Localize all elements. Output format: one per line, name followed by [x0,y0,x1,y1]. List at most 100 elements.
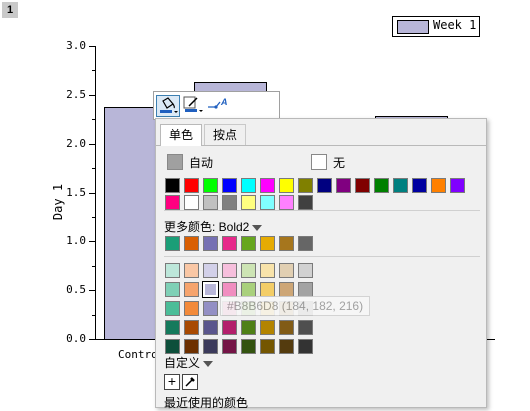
color-swatch[interactable] [450,178,465,193]
color-swatch[interactable] [298,282,313,297]
auto-color-swatch[interactable] [167,154,183,170]
y-minor-tick [92,266,95,267]
chevron-down-icon [252,224,263,231]
y-tick-label: 2.0 [66,137,86,150]
custom-color-dropdown[interactable]: 自定义 [164,354,214,371]
color-swatch[interactable] [241,339,256,354]
color-swatch[interactable] [412,178,427,193]
color-swatch[interactable] [184,178,199,193]
color-swatch[interactable] [222,320,237,335]
color-swatch[interactable] [203,236,218,251]
tab-single-color[interactable]: 单色 [160,124,203,146]
color-swatch[interactable] [222,282,237,297]
y-minor-tick [92,70,95,71]
color-swatch[interactable] [241,282,256,297]
color-swatch[interactable] [184,339,199,354]
tab-underline [156,145,486,146]
color-swatch[interactable] [203,320,218,335]
color-swatch[interactable] [165,282,180,297]
mini-toolbar: A [153,91,280,120]
color-swatch[interactable] [241,178,256,193]
color-swatch[interactable] [165,178,180,193]
eyedropper-icon [185,377,195,387]
color-swatch[interactable] [165,320,180,335]
color-swatch[interactable] [279,263,294,278]
y-tick-label: 3.0 [66,39,86,52]
color-swatch[interactable] [184,301,199,316]
color-swatch[interactable] [184,282,199,297]
color-swatch[interactable] [203,339,218,354]
color-swatch[interactable] [165,195,180,210]
color-swatch[interactable] [279,236,294,251]
color-swatch[interactable] [298,178,313,193]
color-swatch[interactable] [184,320,199,335]
color-swatch[interactable] [202,281,219,298]
color-swatch[interactable] [260,320,275,335]
page-tab[interactable]: 1 [2,2,18,18]
color-swatch[interactable] [184,236,199,251]
y-tick-label: 1.0 [66,234,86,247]
color-swatch[interactable] [298,320,313,335]
color-swatch[interactable] [279,195,294,210]
color-swatch[interactable] [241,236,256,251]
color-swatch[interactable] [279,178,294,193]
color-swatch[interactable] [184,195,199,210]
tab-by-point[interactable]: 按点 [204,124,247,145]
y-tick-label: 0.5 [66,283,86,296]
auto-color-label[interactable]: 自动 [189,154,213,171]
color-swatch[interactable] [203,263,218,278]
color-swatch[interactable] [241,263,256,278]
color-swatch[interactable] [241,320,256,335]
color-swatch[interactable] [431,178,446,193]
color-swatch[interactable] [222,236,237,251]
color-swatch[interactable] [260,236,275,251]
legend[interactable]: Week 1 [392,16,480,37]
eyedropper-button[interactable] [182,374,198,390]
legend-swatch [397,20,429,34]
color-swatch[interactable] [298,263,313,278]
color-swatch[interactable] [165,236,180,251]
line-style-button[interactable]: A [206,95,236,115]
color-swatch[interactable] [298,339,313,354]
custom-color-label: 自定义 [164,356,201,370]
fill-color-icon [160,97,178,113]
color-swatch[interactable] [298,236,313,251]
color-swatch[interactable] [222,339,237,354]
color-swatch[interactable] [260,339,275,354]
color-swatch[interactable] [222,195,237,210]
color-swatch[interactable] [279,339,294,354]
legend-label: Week 1 [433,18,477,32]
y-tick [89,241,95,242]
more-colors-dropdown[interactable]: 更多颜色: Bold2 [164,218,263,235]
color-swatch[interactable] [260,263,275,278]
color-swatch[interactable] [222,263,237,278]
color-swatch[interactable] [355,178,370,193]
color-swatch[interactable] [165,339,180,354]
color-swatch[interactable] [165,301,180,316]
color-swatch[interactable] [203,178,218,193]
color-swatch[interactable] [260,178,275,193]
color-swatch[interactable] [317,178,332,193]
color-swatch[interactable] [165,263,180,278]
add-color-button[interactable]: + [164,374,180,390]
color-swatch[interactable] [374,178,389,193]
color-swatch[interactable] [222,178,237,193]
color-swatch[interactable] [260,282,275,297]
color-swatch[interactable] [298,195,313,210]
color-swatch[interactable] [203,301,218,316]
color-swatch[interactable] [336,178,351,193]
no-color-swatch[interactable] [311,154,327,170]
color-swatch[interactable] [279,320,294,335]
color-swatch[interactable] [279,282,294,297]
separator [164,210,480,211]
color-swatch[interactable] [184,263,199,278]
line-color-button[interactable] [182,95,204,115]
color-swatch[interactable] [260,195,275,210]
color-swatch[interactable] [203,195,218,210]
color-swatch[interactable] [393,178,408,193]
y-axis [95,46,96,340]
y-tick [89,290,95,291]
no-color-label[interactable]: 无 [333,154,345,171]
fill-color-button[interactable] [156,95,180,117]
color-swatch[interactable] [241,195,256,210]
